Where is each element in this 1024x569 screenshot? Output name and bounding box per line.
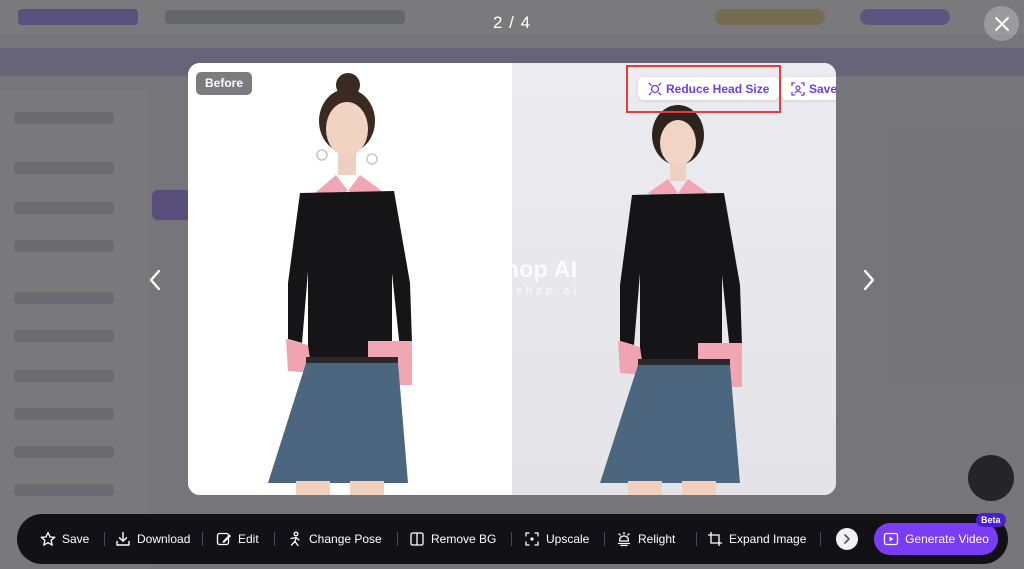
download-label: Download xyxy=(137,532,191,546)
divider xyxy=(511,532,512,546)
bottom-toolbar: Save Download Edit Change Pose Remove BG xyxy=(17,514,1008,564)
divider xyxy=(274,532,275,546)
save-ai-model-button[interactable]: Save as your own AI model xyxy=(781,77,836,100)
save-ai-model-label: Save as your own AI model xyxy=(809,81,836,96)
relight-label: Relight xyxy=(638,532,676,546)
previous-image-button[interactable] xyxy=(142,265,168,295)
chevron-left-icon xyxy=(149,269,161,291)
save-button[interactable]: Save xyxy=(40,514,89,564)
edit-image-icon xyxy=(216,532,231,546)
lamp-icon xyxy=(617,531,631,547)
comparison-viewer[interactable]: Before WeShop AI www.weshop.ai Reduce He… xyxy=(188,63,836,495)
generate-video-label: Generate Video xyxy=(905,532,989,546)
image-counter: 2 / 4 xyxy=(492,13,532,32)
beta-badge: Beta xyxy=(976,513,1006,527)
download-icon xyxy=(116,531,130,546)
divider xyxy=(397,532,398,546)
edit-button[interactable]: Edit xyxy=(216,514,259,564)
upscale-label: Upscale xyxy=(546,532,590,546)
divider xyxy=(104,532,105,546)
expand-crop-icon xyxy=(708,532,722,546)
divider xyxy=(820,532,821,546)
change-pose-label: Change Pose xyxy=(309,532,382,546)
divider xyxy=(604,532,605,546)
chevron-right-icon xyxy=(844,534,850,544)
pose-icon xyxy=(290,531,300,547)
before-badge: Before xyxy=(196,72,253,95)
expand-image-label: Expand Image xyxy=(729,532,807,546)
toolbar-scroll-button[interactable] xyxy=(836,528,858,550)
watermark-url: www.weshop.ai xyxy=(452,285,580,297)
generate-video-button[interactable]: Generate Video xyxy=(874,523,998,555)
divider xyxy=(696,532,697,546)
video-icon xyxy=(883,532,899,546)
user-scan-icon xyxy=(791,81,805,96)
relight-button[interactable]: Relight xyxy=(616,514,675,564)
highlight-box xyxy=(626,65,781,113)
expand-image-button[interactable]: Expand Image xyxy=(707,514,806,564)
chevron-right-icon xyxy=(863,269,875,291)
change-pose-button[interactable]: Change Pose xyxy=(287,514,382,564)
remove-bg-label: Remove BG xyxy=(431,532,497,546)
edit-label: Edit xyxy=(238,532,259,546)
upscale-button[interactable]: Upscale xyxy=(524,514,589,564)
close-button[interactable] xyxy=(984,6,1019,41)
save-label: Save xyxy=(62,532,90,546)
divider xyxy=(202,532,203,546)
close-icon xyxy=(994,16,1009,31)
watermark: WeShop AI www.weshop.ai xyxy=(436,256,596,297)
next-image-button[interactable] xyxy=(856,265,882,295)
remove-background-icon xyxy=(410,532,424,546)
remove-bg-button[interactable]: Remove BG xyxy=(409,514,496,564)
watermark-logo: WeShop AI xyxy=(454,256,578,282)
star-icon xyxy=(40,531,56,546)
download-button[interactable]: Download xyxy=(115,514,190,564)
upscale-icon xyxy=(525,532,539,546)
